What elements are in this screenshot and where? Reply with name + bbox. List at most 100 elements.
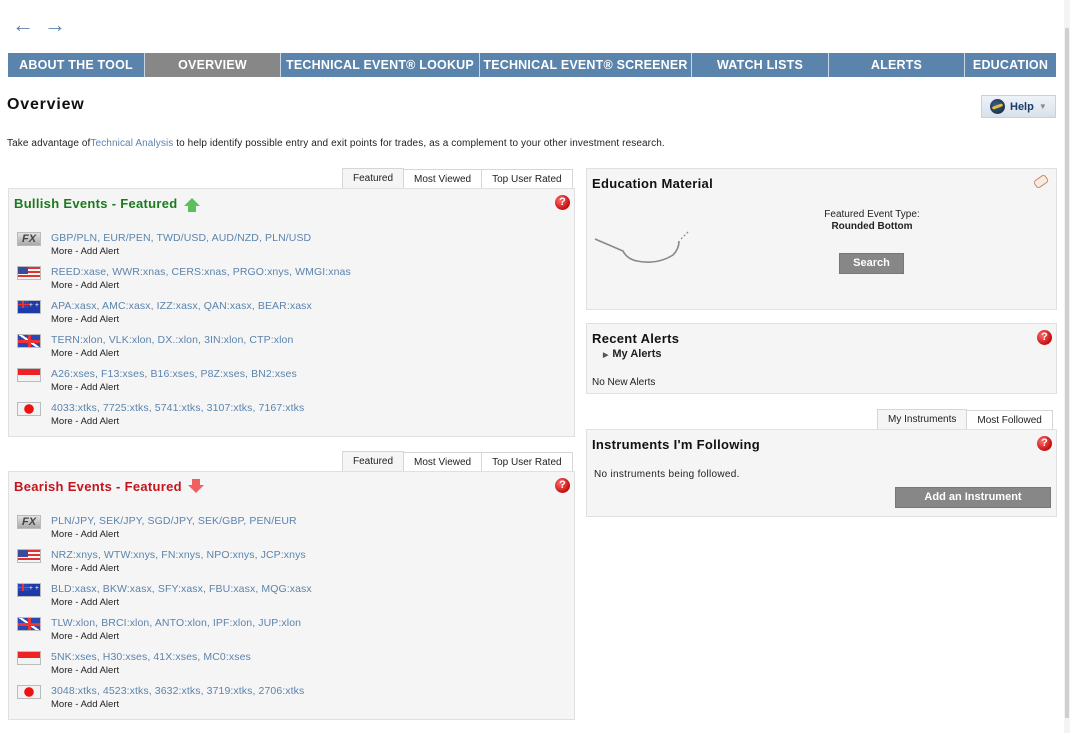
symbol-links[interactable]: 3048:xtks, 4523:xtks, 3632:xtks, 3719:xt… [51, 684, 304, 698]
uk-flag-icon [17, 617, 41, 631]
event-row: A26:xses, F13:xses, B16:xses, P8Z:xses, … [17, 367, 351, 401]
history-nav: ← → [12, 14, 66, 36]
symbol-links[interactable]: BLD:xasx, BKW:xasx, SFY:xasx, FBU:xasx, … [51, 582, 312, 596]
tab-alerts[interactable]: ALERTS [829, 53, 965, 77]
event-row: APA:xasx, AMC:xasx, IZZ:xasx, QAN:xasx, … [17, 299, 351, 333]
event-text: TLW:xlon, BRCI:xlon, ANTO:xlon, IPF:xlon… [51, 616, 301, 650]
row-actions: More - Add Alert [51, 313, 312, 327]
add-alert-link[interactable]: Add Alert [81, 699, 120, 710]
add-alert-link[interactable]: Add Alert [81, 529, 120, 540]
search-button[interactable]: Search [839, 253, 904, 274]
forward-arrow-icon[interactable]: → [44, 14, 66, 36]
more-link[interactable]: More [51, 348, 73, 359]
symbol-links[interactable]: APA:xasx, AMC:xasx, IZZ:xasx, QAN:xasx, … [51, 299, 312, 313]
au-flag-icon [17, 583, 41, 597]
more-link[interactable]: More [51, 529, 73, 540]
my-alerts-toggle[interactable]: ▶ My Alerts [603, 348, 662, 360]
separator: - [72, 280, 81, 291]
instrument-tabs: My Instruments Most Followed [877, 409, 1053, 430]
help-icon[interactable]: ? [555, 195, 570, 210]
symbol-links[interactable]: TERN:xlon, VLK:xlon, DX.:xlon, 3IN:xlon,… [51, 333, 293, 347]
tab-technical-event-screener[interactable]: TECHNICAL EVENT® SCREENER [480, 53, 692, 77]
tab-featured[interactable]: Featured [342, 168, 405, 189]
symbol-links[interactable]: 5NK:xses, H30:xses, 41X:xses, MC0:xses [51, 650, 251, 664]
symbol-links[interactable]: NRZ:xnys, WTW:xnys, FN:xnys, NPO:xnys, J… [51, 548, 306, 562]
more-link[interactable]: More [51, 416, 73, 427]
add-alert-link[interactable]: Add Alert [81, 314, 120, 325]
bearish-events-panel: Bearish Events - Featured ? FX PLN/JPY, S… [8, 471, 575, 720]
help-icon[interactable]: ? [1037, 436, 1052, 451]
jp-flag-icon [17, 685, 41, 699]
featured-event-value: Rounded Bottom [831, 221, 913, 232]
tab-most-viewed[interactable]: Most Viewed [403, 452, 483, 472]
eraser-icon[interactable] [1032, 173, 1050, 190]
tab-top-user-rated[interactable]: Top User Rated [481, 169, 573, 189]
add-instrument-button[interactable]: Add an Instrument [895, 487, 1051, 508]
more-link[interactable]: More [51, 280, 73, 291]
bearish-event-list: FX PLN/JPY, SEK/JPY, SGD/JPY, SEK/GBP, PE… [17, 514, 312, 718]
help-button[interactable]: Help ▼ [981, 95, 1056, 118]
tab-featured[interactable]: Featured [342, 451, 405, 472]
bearish-title-text: Bearish Events - Featured [14, 479, 182, 494]
event-text: REED:xase, WWR:xnas, CERS:xnas, PRGO:xny… [51, 265, 351, 299]
tab-top-user-rated[interactable]: Top User Rated [481, 452, 573, 472]
symbol-links[interactable]: PLN/JPY, SEK/JPY, SGD/JPY, SEK/GBP, PEN/… [51, 514, 297, 528]
add-alert-link[interactable]: Add Alert [81, 563, 120, 574]
tab-about-the-tool[interactable]: ABOUT THE TOOL [8, 53, 145, 77]
page-title: Overview [7, 96, 85, 113]
back-arrow-icon[interactable]: ← [12, 14, 34, 36]
scrollbar-thumb[interactable] [1065, 28, 1069, 718]
separator: - [72, 314, 81, 325]
more-link[interactable]: More [51, 665, 73, 676]
recent-alerts-panel: Recent Alerts ? ▶ My Alerts No New Alerts [586, 323, 1057, 394]
page-scrollbar[interactable] [1064, 0, 1070, 733]
bearish-tabs: Featured Most Viewed Top User Rated [342, 451, 573, 472]
more-link[interactable]: More [51, 246, 73, 257]
event-text: 5NK:xses, H30:xses, 41X:xses, MC0:xses Mo… [51, 650, 251, 684]
event-text: BLD:xasx, BKW:xasx, SFY:xasx, FBU:xasx, … [51, 582, 312, 616]
tab-education[interactable]: EDUCATION [965, 53, 1056, 77]
row-actions: More - Add Alert [51, 630, 301, 644]
symbol-links[interactable]: A26:xses, F13:xses, B16:xses, P8Z:xses, … [51, 367, 297, 381]
add-alert-link[interactable]: Add Alert [81, 631, 120, 642]
help-icon[interactable]: ? [555, 478, 570, 493]
row-actions: More - Add Alert [51, 596, 312, 610]
tab-most-followed[interactable]: Most Followed [966, 410, 1053, 430]
more-link[interactable]: More [51, 597, 73, 608]
tab-watch-lists[interactable]: WATCH LISTS [692, 53, 829, 77]
symbol-links[interactable]: GBP/PLN, EUR/PEN, TWD/USD, AUD/NZD, PLN/… [51, 231, 311, 245]
more-link[interactable]: More [51, 314, 73, 325]
instruments-title: Instruments I'm Following [592, 437, 761, 452]
arrow-up-icon [183, 197, 200, 212]
sg-flag-icon [17, 651, 41, 665]
tab-most-viewed[interactable]: Most Viewed [403, 169, 483, 189]
us-flag-icon [17, 549, 41, 563]
more-link[interactable]: More [51, 699, 73, 710]
add-alert-link[interactable]: Add Alert [81, 280, 120, 291]
intro-text: Take advantage ofTechnical Analysis to h… [7, 138, 665, 149]
row-actions: More - Add Alert [51, 562, 306, 576]
symbol-links[interactable]: TLW:xlon, BRCI:xlon, ANTO:xlon, IPF:xlon… [51, 616, 301, 630]
my-alerts-label: My Alerts [612, 348, 662, 360]
add-alert-link[interactable]: Add Alert [81, 665, 120, 676]
more-link[interactable]: More [51, 631, 73, 642]
tab-overview[interactable]: OVERVIEW [145, 53, 281, 77]
separator: - [72, 631, 81, 642]
technical-analysis-link[interactable]: Technical Analysis [90, 138, 173, 149]
help-icon[interactable]: ? [1037, 330, 1052, 345]
symbol-links[interactable]: 4033:xtks, 7725:xtks, 5741:xtks, 3107:xt… [51, 401, 304, 415]
more-link[interactable]: More [51, 382, 73, 393]
tab-my-instruments[interactable]: My Instruments [877, 409, 968, 430]
add-alert-link[interactable]: Add Alert [81, 246, 120, 257]
add-alert-link[interactable]: Add Alert [81, 416, 120, 427]
uk-flag-icon [17, 334, 41, 348]
chevron-down-icon: ▼ [1038, 102, 1047, 111]
fx-flag-icon: FX [17, 515, 41, 529]
separator: - [72, 563, 81, 574]
more-link[interactable]: More [51, 563, 73, 574]
symbol-links[interactable]: REED:xase, WWR:xnas, CERS:xnas, PRGO:xny… [51, 265, 351, 279]
tab-technical-event-lookup[interactable]: TECHNICAL EVENT® LOOKUP [281, 53, 480, 77]
add-alert-link[interactable]: Add Alert [81, 597, 120, 608]
add-alert-link[interactable]: Add Alert [81, 382, 120, 393]
add-alert-link[interactable]: Add Alert [81, 348, 120, 359]
